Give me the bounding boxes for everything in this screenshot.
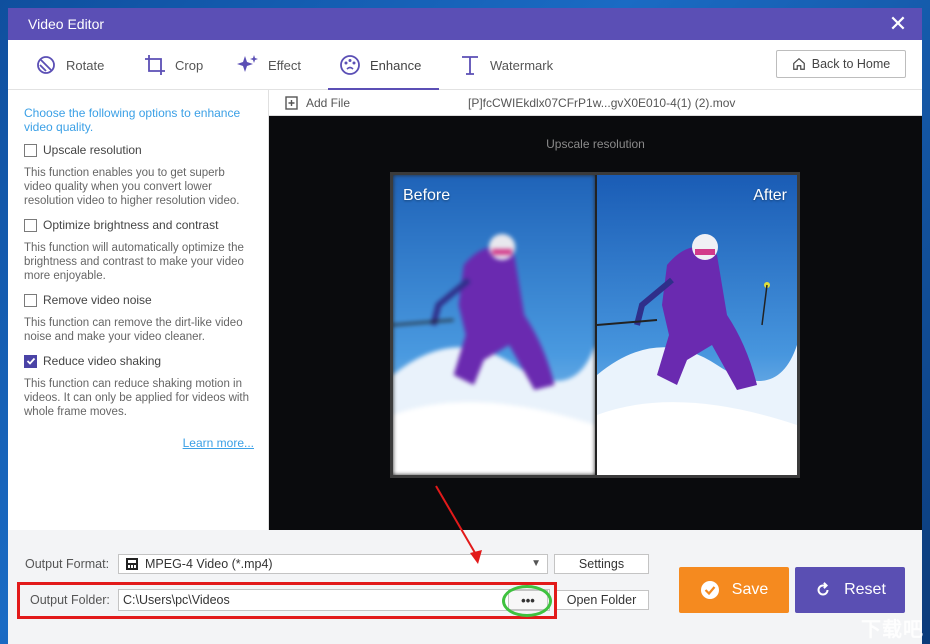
after-pane: After	[595, 175, 797, 475]
shaking-desc: This function can reduce shaking motion …	[24, 378, 250, 418]
window-title: Video Editor	[28, 16, 105, 32]
output-format-label: Output Format:	[25, 557, 110, 571]
before-label: Before	[403, 187, 451, 204]
reset-button[interactable]: Reset	[795, 567, 905, 613]
annotation-red-box	[17, 582, 557, 619]
option-upscale[interactable]: Upscale resolution	[24, 143, 254, 157]
noise-desc: This function can remove the dirt-like v…	[24, 317, 243, 343]
noise-label: Remove video noise	[43, 293, 152, 307]
add-file-button[interactable]: Add File	[285, 96, 350, 110]
video-format-icon	[126, 558, 138, 570]
shaking-label: Reduce video shaking	[43, 354, 162, 368]
tab-enhance[interactable]: Enhance	[327, 40, 440, 90]
enhance-options-panel: Choose the following options to enhance …	[8, 90, 269, 530]
tab-enhance-label: Enhance	[370, 57, 422, 73]
learn-more-link[interactable]: Learn more...	[183, 436, 254, 450]
option-noise[interactable]: Remove video noise	[24, 293, 254, 307]
reset-label: Reset	[844, 581, 886, 598]
noise-checkbox[interactable]	[24, 293, 37, 307]
upscale-label: Upscale resolution	[43, 143, 142, 157]
home-icon	[792, 57, 805, 70]
output-format-value: MPEG-4 Video (*.mp4)	[145, 557, 273, 571]
file-bar: Add File [P]fcCWIEkdlx07CFrP1w...gvX0E01…	[269, 90, 922, 116]
after-label: After	[753, 187, 787, 204]
tab-crop-label: Crop	[175, 57, 204, 73]
preview-label: Upscale resolution	[546, 137, 645, 151]
preview-area: Upscale resolution Before After	[269, 116, 922, 530]
after-image	[597, 175, 797, 475]
reset-icon	[817, 582, 829, 596]
brightness-checkbox[interactable]	[24, 218, 37, 232]
site-watermark: 下载吧	[861, 619, 924, 641]
tab-rotate-label: Rotate	[66, 57, 105, 73]
tab-effect-label: Effect	[268, 57, 302, 73]
open-folder-button[interactable]: Open Folder	[554, 590, 649, 610]
tab-rotate[interactable]: Rotate	[34, 40, 104, 90]
enhance-intro: Choose the following options to enhance …	[24, 106, 241, 134]
add-file-icon	[285, 95, 298, 110]
checkmark-circle-icon	[700, 581, 719, 599]
brightness-desc: This function will automatically optimiz…	[24, 242, 244, 282]
tab-effect[interactable]: Effect	[236, 40, 301, 90]
checkmark-icon	[26, 357, 35, 365]
video-editor-window: Video Editor ✕ Rotate Crop Effect Enhanc…	[8, 8, 922, 644]
save-label: Save	[731, 581, 769, 598]
enhance-icon	[340, 55, 360, 75]
effect-icon	[237, 55, 258, 72]
brightness-label: Optimize brightness and contrast	[43, 218, 219, 232]
before-pane: Before	[393, 175, 595, 475]
before-image	[393, 175, 595, 475]
tab-watermark-label: Watermark	[490, 57, 554, 73]
shaking-checkbox[interactable]	[24, 354, 37, 368]
editor-content: Choose the following options to enhance …	[8, 90, 922, 530]
upscale-desc: This function enables you to get superb …	[24, 167, 240, 207]
option-brightness[interactable]: Optimize brightness and contrast	[24, 218, 254, 232]
upscale-checkbox[interactable]	[24, 143, 37, 157]
editor-toolbar: Rotate Crop Effect Enhance Watermark Bac…	[8, 40, 922, 90]
back-to-home-button[interactable]: Back to Home	[776, 50, 906, 78]
settings-button[interactable]: Settings	[554, 554, 649, 574]
crop-icon	[145, 55, 165, 75]
back-to-home-label: Back to Home	[811, 57, 891, 71]
watermark-icon	[462, 56, 478, 75]
current-file-name: [P]fcCWIEkdlx07CFrP1w...gvX0E010-4(1) (2…	[468, 95, 736, 110]
add-file-label: Add File	[306, 95, 351, 110]
tab-crop[interactable]: Crop	[143, 40, 203, 90]
tab-watermark[interactable]: Watermark	[458, 40, 553, 90]
before-after-comparison: Before After	[390, 172, 800, 478]
rotate-icon	[37, 56, 55, 74]
output-format-select[interactable]: MPEG-4 Video (*.mp4) ▼	[118, 554, 548, 574]
output-settings-area: Output Format: MPEG-4 Video (*.mp4) ▼ Se…	[8, 530, 922, 644]
annotation-green-circle	[502, 585, 552, 617]
chevron-down-icon: ▼	[531, 558, 541, 569]
preview-panel: Add File [P]fcCWIEkdlx07CFrP1w...gvX0E01…	[269, 90, 922, 530]
option-shaking[interactable]: Reduce video shaking	[24, 354, 254, 368]
title-bar: Video Editor ✕	[8, 8, 922, 40]
close-icon[interactable]: ✕	[888, 13, 908, 35]
save-button[interactable]: Save	[679, 567, 789, 613]
